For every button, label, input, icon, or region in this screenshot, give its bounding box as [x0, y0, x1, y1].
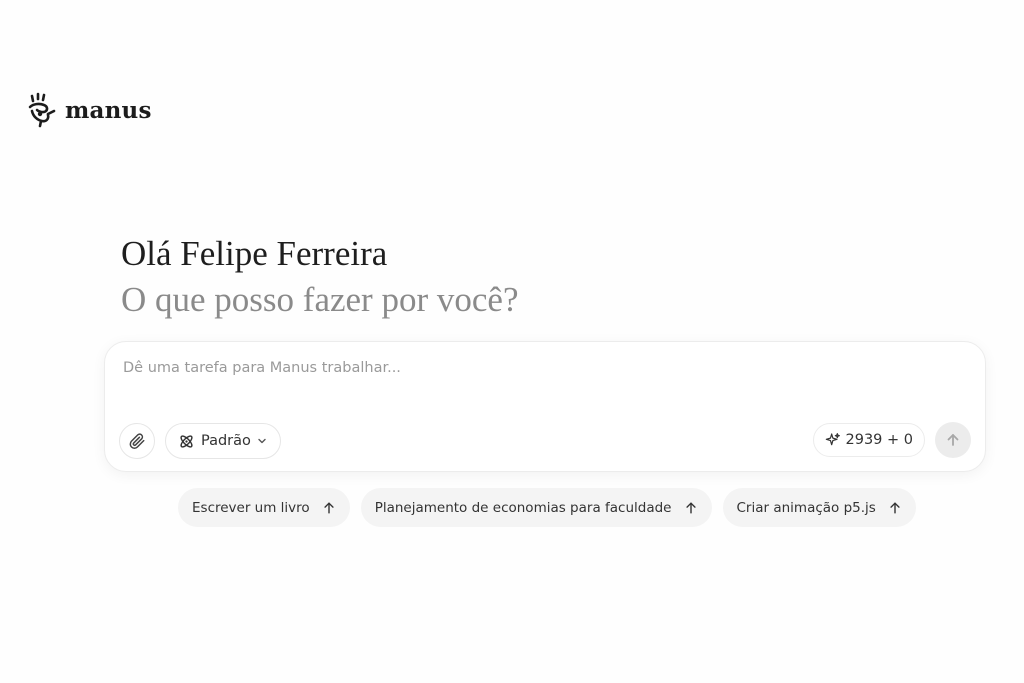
manus-hand-icon [28, 92, 56, 128]
credits-badge[interactable]: 2939 + 0 [812, 423, 925, 457]
sparkle-icon [825, 433, 840, 446]
greeting-title: Olá Felipe Ferreira [121, 234, 388, 273]
task-input[interactable] [123, 360, 963, 376]
paperclip-icon [129, 433, 145, 449]
app-logo[interactable]: manus [27, 92, 152, 128]
chevron-down-icon [258, 438, 266, 444]
suggestion-chip[interactable]: Escrever um livro [178, 488, 350, 527]
arrow-up-icon [685, 501, 696, 514]
suggestion-label: Criar animação p5.js [736, 499, 876, 516]
greeting: Olá Felipe Ferreira O que posso fazer po… [121, 232, 518, 324]
arrow-up-icon [324, 501, 334, 514]
suggestion-chip[interactable]: Criar animação p5.js [722, 488, 916, 527]
attach-button[interactable] [119, 423, 155, 459]
credits-count: 2939 + 0 [845, 432, 914, 448]
brand-name: manus [65, 96, 152, 124]
suggestion-label: Escrever um livro [192, 499, 310, 516]
home-page: manus Olá Felipe Ferreira O que posso fa… [0, 0, 1024, 683]
task-composer: Padrão 2939 + 0 [104, 341, 986, 472]
mode-label: Padrão [201, 433, 251, 449]
suggestion-chips: Escrever um livro Planejamento de econom… [178, 488, 916, 527]
arrow-up-icon [947, 434, 959, 446]
suggestion-chip[interactable]: Planejamento de economias para faculdade [360, 488, 712, 527]
send-button[interactable] [935, 422, 971, 458]
arrow-up-icon [890, 501, 900, 514]
mode-selector[interactable]: Padrão [165, 423, 281, 459]
greeting-subtitle: O que posso fazer por você? [121, 280, 519, 319]
suggestion-label: Planejamento de economias para faculdade [374, 499, 672, 516]
atom-icon [180, 434, 193, 448]
